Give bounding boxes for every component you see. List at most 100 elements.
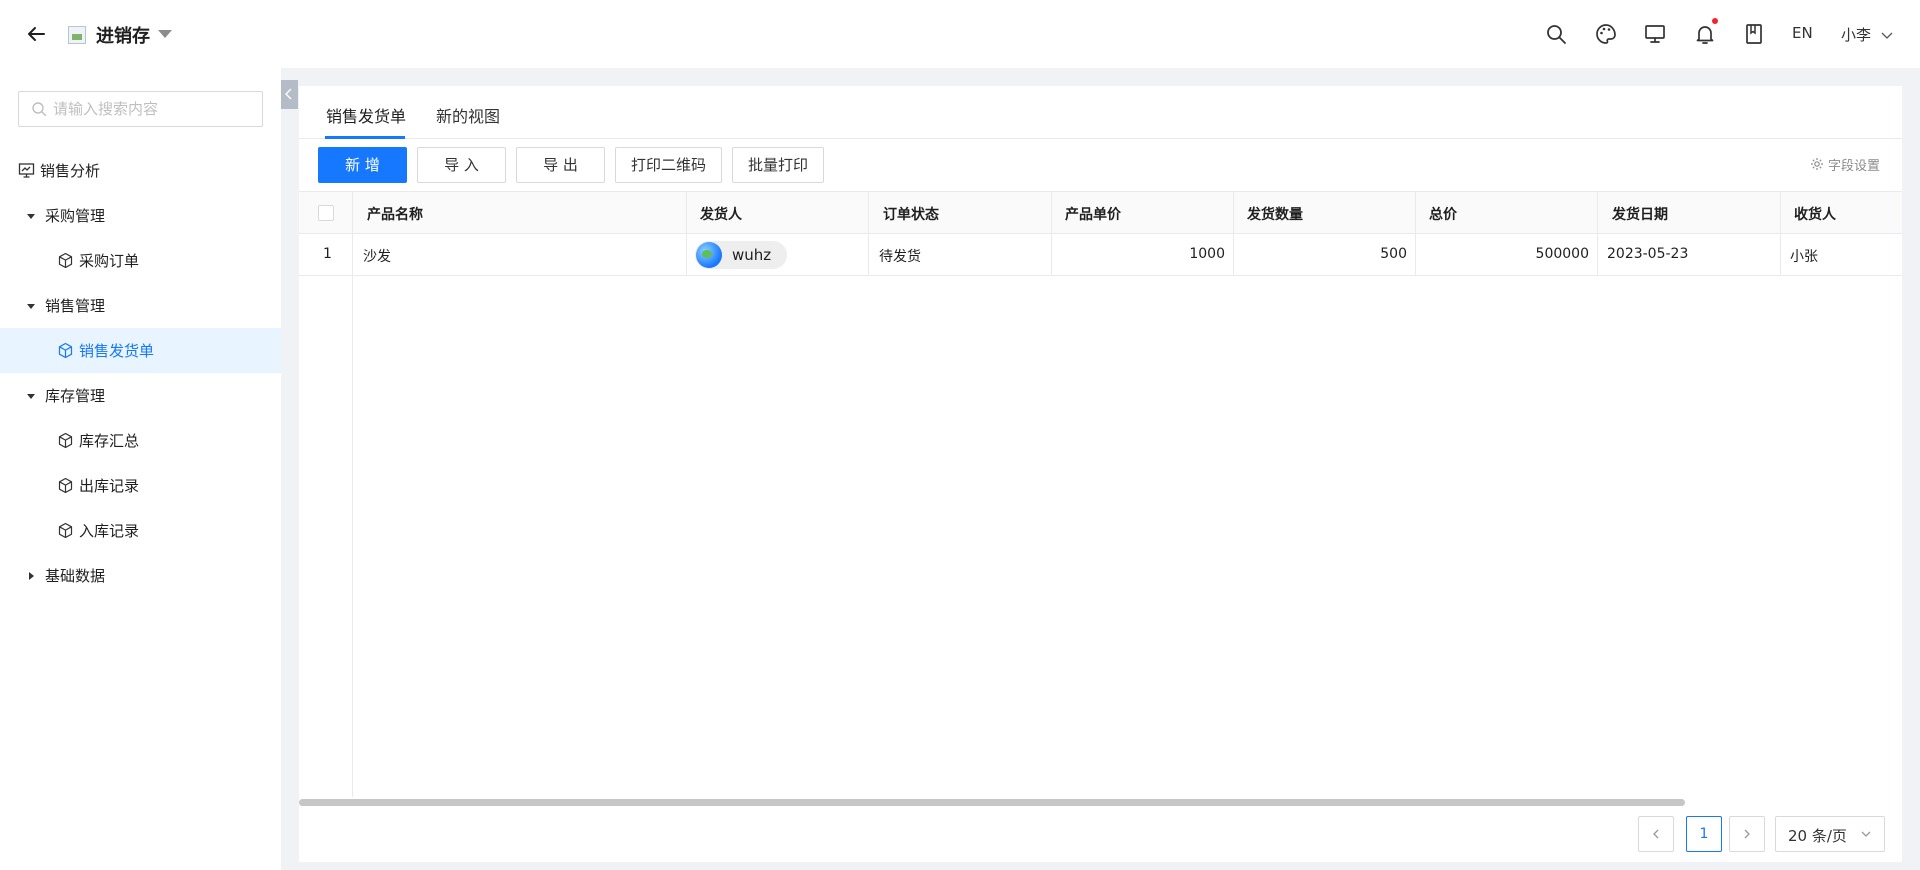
app-logo-icon	[68, 26, 86, 44]
gear-icon	[1811, 158, 1823, 170]
caret-right-icon	[29, 572, 34, 580]
chart-monitor-icon	[18, 163, 35, 178]
top-header: 进销存 EN 小李	[0, 0, 1920, 68]
column-header[interactable]: 发货数量	[1247, 204, 1303, 224]
page-size-label: 20 条/页	[1788, 827, 1847, 845]
cube-icon	[58, 342, 73, 359]
sidebar-item-label: 销售分析	[40, 162, 101, 180]
chevron-left-icon	[1653, 829, 1659, 839]
sidebar-group-sales[interactable]: 销售管理	[0, 283, 281, 328]
column-header[interactable]: 产品名称	[367, 204, 423, 224]
sidebar-item-label: 库存管理	[45, 387, 106, 405]
cube-icon	[58, 477, 73, 494]
search-icon[interactable]	[1544, 22, 1568, 46]
data-table: 产品名称 发货人 订单状态 产品单价 发货数量 总价 发货日期 收货人 1 沙发…	[299, 191, 1902, 797]
table-header: 产品名称 发货人 订单状态 产品单价 发货数量 总价 发货日期 收货人	[299, 192, 1902, 234]
user-menu[interactable]: 小李	[1841, 24, 1871, 45]
column-divider	[686, 192, 687, 276]
caret-down-icon	[27, 394, 35, 399]
sidebar-item-label: 入库记录	[79, 522, 140, 540]
export-button[interactable]: 导 出	[516, 147, 605, 183]
active-tab-indicator	[325, 136, 405, 139]
caret-down-icon	[27, 304, 35, 309]
cell-product-name: 沙发	[363, 249, 391, 265]
sidebar-item-label: 库存汇总	[79, 432, 140, 450]
cell-unit-price: 1000	[1189, 246, 1225, 262]
tab-sales-delivery[interactable]: 销售发货单	[326, 103, 406, 139]
add-button[interactable]: 新 增	[318, 147, 407, 183]
column-divider	[1051, 192, 1052, 276]
book-icon[interactable]	[1742, 22, 1766, 46]
cube-icon	[58, 252, 73, 269]
sidebar-group-inventory[interactable]: 库存管理	[0, 373, 281, 418]
sidebar-item-inbound-records[interactable]: 入库记录	[0, 508, 281, 553]
sidebar-item-outbound-records[interactable]: 出库记录	[0, 463, 281, 508]
column-divider	[868, 192, 869, 276]
sidebar-item-label: 采购订单	[79, 252, 140, 270]
search-icon	[32, 102, 47, 117]
sidebar-collapse-toggle[interactable]	[281, 80, 298, 109]
column-header[interactable]: 发货日期	[1612, 204, 1668, 224]
chevron-down-icon[interactable]	[1880, 28, 1894, 42]
table-row[interactable]: 1 沙发 wuhz 待发货 1000 500 500000 2023-05-23…	[299, 234, 1902, 276]
search-input[interactable]	[53, 98, 253, 120]
cube-icon	[58, 522, 73, 539]
sidebar: 销售分析 采购管理 采购订单 销售管理 销售发货单 库存管理 库存汇总	[0, 68, 281, 870]
print-qr-button[interactable]: 打印二维码	[615, 147, 722, 183]
field-settings-label: 字段设置	[1828, 159, 1881, 174]
sidebar-search[interactable]	[18, 91, 263, 127]
cell-order-status: 待发货	[879, 249, 921, 265]
view-tabs: 销售发货单 新的视图	[299, 86, 1902, 139]
cube-icon	[58, 432, 73, 449]
cell-receiver: 小张	[1790, 249, 1818, 265]
next-page-button[interactable]	[1729, 816, 1765, 852]
column-header[interactable]: 产品单价	[1065, 204, 1121, 224]
sidebar-item-sales-analysis[interactable]: 销售分析	[0, 148, 281, 193]
column-header[interactable]: 订单状态	[883, 204, 939, 224]
column-header[interactable]: 收货人	[1794, 204, 1836, 224]
cell-quantity: 500	[1380, 246, 1407, 262]
select-all-checkbox[interactable]	[318, 205, 334, 221]
column-divider	[352, 192, 353, 797]
sidebar-item-sales-delivery[interactable]: 销售发货单	[0, 328, 281, 373]
notification-badge	[1712, 18, 1718, 24]
sidebar-group-basic-data[interactable]: 基础数据	[0, 553, 281, 598]
column-divider	[1415, 192, 1416, 276]
column-header[interactable]: 发货人	[700, 204, 742, 224]
row-index: 1	[323, 246, 332, 262]
import-button[interactable]: 导 入	[417, 147, 506, 183]
prev-page-button[interactable]	[1638, 816, 1674, 852]
language-switch[interactable]: EN	[1792, 24, 1813, 42]
tab-new-view[interactable]: 新的视图	[436, 103, 500, 139]
sidebar-item-purchase-order[interactable]: 采购订单	[0, 238, 281, 283]
chevron-down-icon	[1861, 831, 1871, 837]
content-panel: 销售发货单 新的视图 新 增 导 入 导 出 打印二维码 批量打印 字段设置 产…	[299, 86, 1902, 862]
cell-ship-date: 2023-05-23	[1607, 246, 1689, 262]
sidebar-item-label: 采购管理	[45, 207, 106, 225]
caret-down-icon	[27, 214, 35, 219]
cell-total: 500000	[1535, 246, 1589, 262]
monitor-icon[interactable]	[1643, 22, 1667, 46]
column-divider	[1233, 192, 1234, 276]
batch-print-button[interactable]: 批量打印	[732, 147, 824, 183]
page-size-select[interactable]: 20 条/页	[1775, 816, 1885, 852]
column-divider	[1597, 192, 1598, 276]
chevron-left-icon	[285, 88, 292, 100]
back-arrow-icon[interactable]	[24, 22, 48, 46]
sidebar-item-inventory-summary[interactable]: 库存汇总	[0, 418, 281, 463]
app-title[interactable]: 进销存	[96, 22, 150, 48]
sidebar-item-label: 出库记录	[79, 477, 140, 495]
shipper-tag[interactable]: wuhz	[695, 241, 787, 269]
avatar	[696, 242, 722, 268]
column-divider	[1780, 192, 1781, 276]
page-number-current[interactable]: 1	[1686, 816, 1722, 852]
shipper-name: wuhz	[732, 246, 772, 264]
sidebar-item-label: 基础数据	[45, 567, 106, 585]
bell-icon[interactable]	[1693, 22, 1717, 46]
horizontal-scrollbar[interactable]	[299, 799, 1685, 806]
sidebar-item-label: 销售发货单	[79, 342, 155, 360]
app-switch-caret-icon[interactable]	[158, 30, 172, 38]
palette-icon[interactable]	[1594, 22, 1618, 46]
sidebar-group-purchase[interactable]: 采购管理	[0, 193, 281, 238]
column-header[interactable]: 总价	[1429, 204, 1457, 224]
